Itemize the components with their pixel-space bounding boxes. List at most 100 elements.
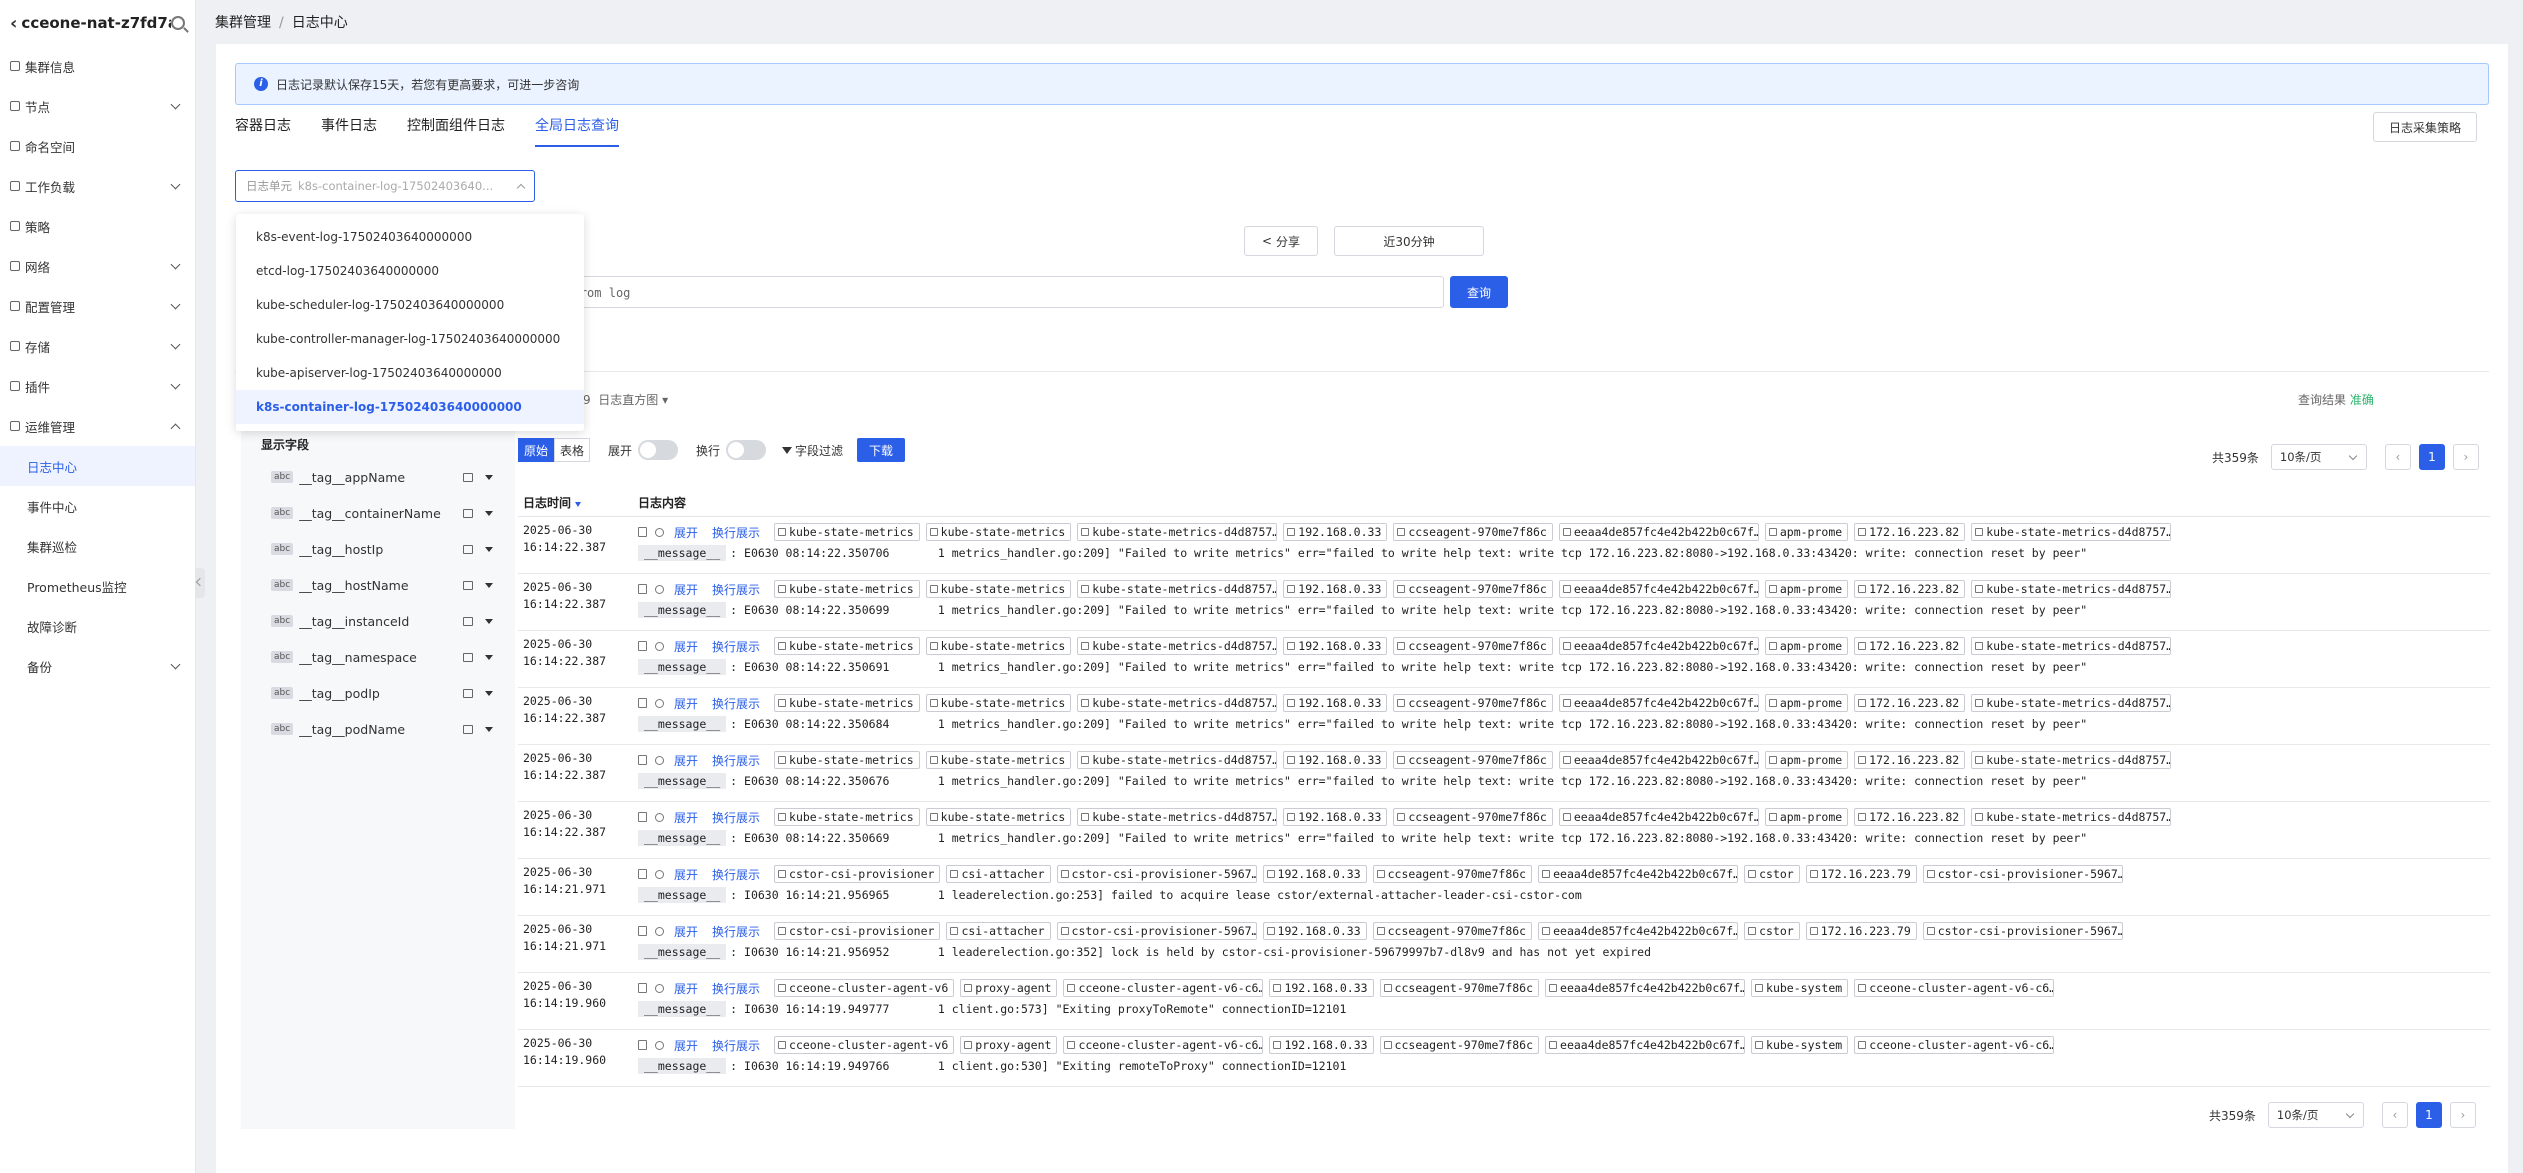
tag-chip[interactable]: kube-state-metrics-d4d8757… — [1077, 808, 1278, 826]
tag-chip[interactable]: cstor-csi-provisioner-5967… — [1922, 922, 2123, 940]
tag-chip[interactable]: proxy-agent — [960, 979, 1058, 997]
sidebar-collapse-handle[interactable] — [195, 568, 205, 598]
wrap-show-link[interactable]: 换行展示 — [712, 1037, 760, 1054]
sidebar-item[interactable]: 策略 — [0, 206, 195, 246]
col-time[interactable]: 日志时间 — [518, 494, 638, 511]
wrap-show-link[interactable]: 换行展示 — [712, 752, 760, 769]
tag-chip[interactable]: 172.16.223.82 — [1854, 637, 1966, 655]
display-field-icon[interactable] — [463, 580, 473, 590]
context-search-icon[interactable] — [655, 641, 664, 651]
tag-chip[interactable]: cstor-csi-provisioner-5967… — [1056, 865, 1257, 883]
caret-down-icon[interactable] — [485, 582, 493, 588]
tag-chip[interactable]: kube-state-metrics — [925, 523, 1072, 541]
wrap-show-link[interactable]: 换行展示 — [712, 866, 760, 883]
tag-chip[interactable]: apm-prome — [1764, 637, 1849, 655]
tag-chip[interactable]: 192.168.0.33 — [1262, 865, 1367, 883]
tag-chip[interactable]: kube-state-metrics-d4d8757… — [1971, 751, 2172, 769]
context-search-icon[interactable] — [655, 869, 664, 879]
expand-link[interactable]: 展开 — [674, 581, 698, 598]
copy-icon[interactable] — [638, 1040, 647, 1050]
expand-toggle[interactable] — [638, 440, 679, 460]
sidebar-item[interactable]: 集群信息 — [0, 46, 195, 86]
tag-chip[interactable]: cceone-cluster-agent-v6-c6… — [1854, 1036, 2055, 1054]
copy-icon[interactable] — [638, 812, 647, 822]
tag-chip[interactable]: csi-attacher — [946, 865, 1051, 883]
download-button[interactable]: 下载 — [857, 438, 906, 462]
time-range-button[interactable]: 近30分钟 — [1334, 226, 1484, 256]
copy-icon[interactable] — [638, 755, 647, 765]
tag-chip[interactable]: cstor-csi-provisioner-5967… — [1922, 865, 2123, 883]
caret-down-icon[interactable] — [485, 726, 493, 732]
tag-chip[interactable]: kube-state-metrics — [925, 637, 1072, 655]
sidebar-item[interactable]: 运维管理 — [0, 406, 195, 446]
tag-chip[interactable]: proxy-agent — [960, 1036, 1058, 1054]
tag-chip[interactable]: kube-state-metrics — [774, 637, 920, 655]
query-button[interactable]: 查询 — [1450, 276, 1508, 308]
log-unit-option[interactable]: k8s-event-log-17502403640000000 — [236, 220, 584, 254]
tag-chip[interactable]: kube-state-metrics — [774, 751, 920, 769]
tag-chip[interactable]: ccseagent-970me7f86c — [1393, 580, 1553, 598]
expand-link[interactable]: 展开 — [674, 524, 698, 541]
tag-chip[interactable]: ccseagent-970me7f86c — [1393, 637, 1553, 655]
tag-chip[interactable]: 192.168.0.33 — [1283, 637, 1388, 655]
page-number[interactable]: 1 — [2418, 444, 2445, 470]
tag-chip[interactable]: cceone-cluster-agent-v6 — [774, 1036, 955, 1054]
tag-chip[interactable]: kube-state-metrics — [925, 808, 1072, 826]
wrap-show-link[interactable]: 换行展示 — [712, 695, 760, 712]
caret-down-icon[interactable] — [485, 690, 493, 696]
tag-chip[interactable]: ccseagent-970me7f86c — [1379, 979, 1540, 997]
tag-chip[interactable]: 192.168.0.33 — [1283, 523, 1388, 541]
share-button[interactable]: < 分享 — [1244, 226, 1318, 256]
tag-chip[interactable]: kube-state-metrics — [925, 580, 1072, 598]
field-item[interactable]: abc __tag__hostIp — [241, 531, 515, 567]
context-search-icon[interactable] — [655, 527, 664, 537]
tag-chip[interactable]: kube-state-metrics-d4d8757… — [1077, 694, 1278, 712]
tag-chip[interactable]: kube-state-metrics — [925, 751, 1072, 769]
copy-icon[interactable] — [638, 527, 647, 537]
tag-chip[interactable]: ccseagent-970me7f86c — [1372, 865, 1533, 883]
tag-chip[interactable]: kube-state-metrics — [925, 694, 1072, 712]
display-field-icon[interactable] — [463, 652, 473, 662]
sidebar-subitem[interactable]: 备份 — [0, 646, 195, 686]
tag-chip[interactable]: ccseagent-970me7f86c — [1393, 751, 1553, 769]
prev-page-button[interactable]: ‹ — [2384, 444, 2411, 470]
caret-down-icon[interactable] — [485, 654, 493, 660]
log-unit-option[interactable]: kube-apiserver-log-17502403640000000 — [236, 356, 584, 390]
copy-icon[interactable] — [638, 641, 647, 651]
wrap-show-link[interactable]: 换行展示 — [712, 638, 760, 655]
tag-chip[interactable]: cstor-csi-provisioner-5967… — [1056, 922, 1257, 940]
field-item[interactable]: abc __tag__podIp — [241, 675, 515, 711]
context-search-icon[interactable] — [655, 698, 664, 708]
sidebar-item[interactable]: 插件 — [0, 366, 195, 406]
field-item[interactable]: abc __tag__containerName — [241, 495, 515, 531]
page-size-select[interactable]: 10条/页 — [2267, 1102, 2364, 1128]
tag-chip[interactable]: eeaa4de857fc4e42b422b0c67f… — [1558, 751, 1759, 769]
tag-chip[interactable]: 192.168.0.33 — [1283, 580, 1388, 598]
sidebar-subitem[interactable]: 集群巡检 — [0, 526, 195, 566]
display-field-icon[interactable] — [463, 688, 473, 698]
wrap-show-link[interactable]: 换行展示 — [712, 809, 760, 826]
page-size-select[interactable]: 10条/页 — [2270, 444, 2367, 470]
sidebar-item[interactable]: 工作负载 — [0, 166, 195, 206]
tag-chip[interactable]: eeaa4de857fc4e42b422b0c67f… — [1558, 637, 1759, 655]
tag-chip[interactable]: apm-prome — [1764, 523, 1849, 541]
expand-link[interactable]: 展开 — [674, 695, 698, 712]
tag-chip[interactable]: kube-state-metrics-d4d8757… — [1971, 694, 2172, 712]
copy-icon[interactable] — [638, 584, 647, 594]
tag-chip[interactable]: 192.168.0.33 — [1283, 751, 1388, 769]
tag-chip[interactable]: cceone-cluster-agent-v6 — [774, 979, 955, 997]
copy-icon[interactable] — [638, 926, 647, 936]
tag-chip[interactable]: kube-system — [1751, 979, 1849, 997]
tag-chip[interactable]: kube-state-metrics-d4d8757… — [1077, 523, 1278, 541]
field-filter-button[interactable]: 字段过滤 — [782, 442, 843, 459]
display-field-icon[interactable] — [463, 616, 473, 626]
expand-link[interactable]: 展开 — [674, 809, 698, 826]
field-item[interactable]: abc __tag__appName — [241, 459, 515, 495]
copy-icon[interactable] — [638, 869, 647, 879]
tag-chip[interactable]: eeaa4de857fc4e42b422b0c67f… — [1558, 580, 1759, 598]
log-unit-option[interactable]: etcd-log-17502403640000000 — [236, 254, 584, 288]
display-field-icon[interactable] — [463, 472, 473, 482]
context-search-icon[interactable] — [655, 812, 664, 822]
tag-chip[interactable]: kube-state-metrics-d4d8757… — [1971, 580, 2172, 598]
tag-chip[interactable]: 172.16.223.79 — [1805, 922, 1917, 940]
